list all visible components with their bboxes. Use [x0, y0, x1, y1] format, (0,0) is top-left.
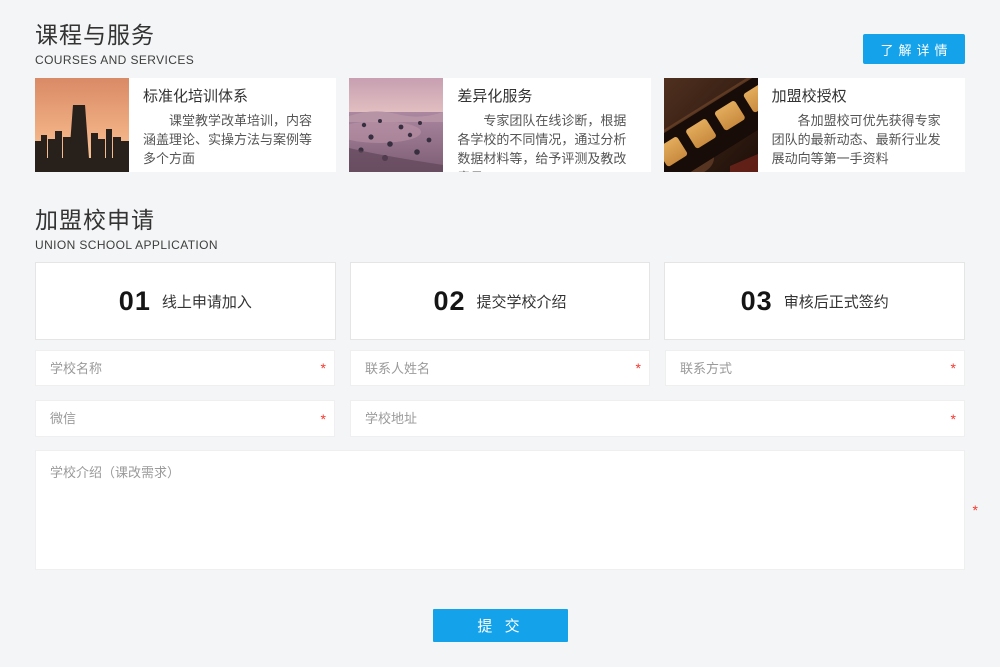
card-franchise-authorization: 加盟校授权 各加盟校可优先获得专家团队的最新动态、最新行业发展动向等第一手资料 — [664, 78, 965, 172]
step-number: 02 — [433, 286, 465, 317]
contact-name-input[interactable] — [350, 350, 650, 386]
contact-method-input[interactable] — [665, 350, 965, 386]
school-address-input[interactable] — [350, 400, 965, 437]
card-title: 差异化服务 — [457, 87, 636, 107]
required-marker: * — [951, 360, 956, 376]
courses-subtitle: COURSES AND SERVICES — [35, 52, 194, 68]
submit-button[interactable]: 提 交 — [433, 609, 568, 642]
card-body: 差异化服务 专家团队在线诊断，根据各学校的不同情况，通过分析数据材料等，给予评测… — [443, 78, 650, 172]
field-contact-name: * — [350, 350, 650, 386]
card-description: 课堂教学改革培训，内容涵盖理论、实操方法与案例等多个方面 — [143, 111, 322, 168]
step-number: 01 — [119, 286, 151, 317]
field-wechat: * — [35, 400, 335, 437]
card-body: 加盟校授权 各加盟校可优先获得专家团队的最新动态、最新行业发展动向等第一手资料 — [758, 78, 965, 172]
film-strip-image — [664, 78, 758, 172]
application-steps-row: 01 线上申请加入 02 提交学校介绍 03 审核后正式签约 — [35, 262, 965, 340]
required-marker: * — [321, 411, 326, 427]
required-marker: * — [321, 360, 326, 376]
step-3-sign-contract: 03 审核后正式签约 — [664, 262, 965, 340]
card-title: 标准化培训体系 — [143, 87, 322, 107]
application-subtitle: UNION SCHOOL APPLICATION — [35, 237, 218, 253]
card-body: 标准化培训体系 课堂教学改革培训，内容涵盖理论、实操方法与案例等多个方面 — [129, 78, 336, 172]
city-skyline-sunset-image — [35, 78, 129, 172]
page: 课程与服务 COURSES AND SERVICES 了解详情 — [0, 0, 1000, 667]
application-section-header: 加盟校申请 UNION SCHOOL APPLICATION — [35, 205, 218, 253]
step-label: 线上申请加入 — [162, 291, 252, 312]
school-intro-textarea[interactable] — [35, 450, 965, 570]
step-number: 03 — [741, 286, 773, 317]
field-school-name: * — [35, 350, 335, 386]
card-standard-training: 标准化培训体系 课堂教学改革培训，内容涵盖理论、实操方法与案例等多个方面 — [35, 78, 336, 172]
learn-more-button[interactable]: 了解详情 — [863, 34, 965, 64]
field-contact-method: * — [665, 350, 965, 386]
required-marker: * — [951, 411, 956, 427]
wechat-input[interactable] — [35, 400, 335, 437]
step-1-online-apply: 01 线上申请加入 — [35, 262, 336, 340]
step-2-submit-intro: 02 提交学校介绍 — [350, 262, 651, 340]
form-row-2: * * — [35, 400, 965, 437]
required-marker: * — [973, 502, 978, 518]
school-name-input[interactable] — [35, 350, 335, 386]
step-label: 提交学校介绍 — [477, 291, 567, 312]
form-row-3: * — [35, 450, 965, 570]
service-cards-row: 标准化培训体系 课堂教学改革培训，内容涵盖理论、实操方法与案例等多个方面 — [35, 78, 965, 172]
courses-section-header: 课程与服务 COURSES AND SERVICES — [35, 20, 194, 68]
card-description: 专家团队在线诊断，根据各学校的不同情况，通过分析数据材料等，给予评测及教改意见 — [457, 111, 636, 172]
card-description: 各加盟校可优先获得专家团队的最新动态、最新行业发展动向等第一手资料 — [772, 111, 951, 168]
form-row-1: * * * — [35, 350, 965, 386]
card-differentiated-service: 差异化服务 专家团队在线诊断，根据各学校的不同情况，通过分析数据材料等，给予评测… — [349, 78, 650, 172]
field-school-address: * — [350, 400, 965, 437]
card-title: 加盟校授权 — [772, 87, 951, 107]
application-title: 加盟校申请 — [35, 205, 218, 235]
required-marker: * — [636, 360, 641, 376]
courses-title: 课程与服务 — [35, 20, 194, 50]
desert-dusk-image — [349, 78, 443, 172]
step-label: 审核后正式签约 — [784, 291, 889, 312]
field-school-intro: * — [35, 450, 965, 570]
